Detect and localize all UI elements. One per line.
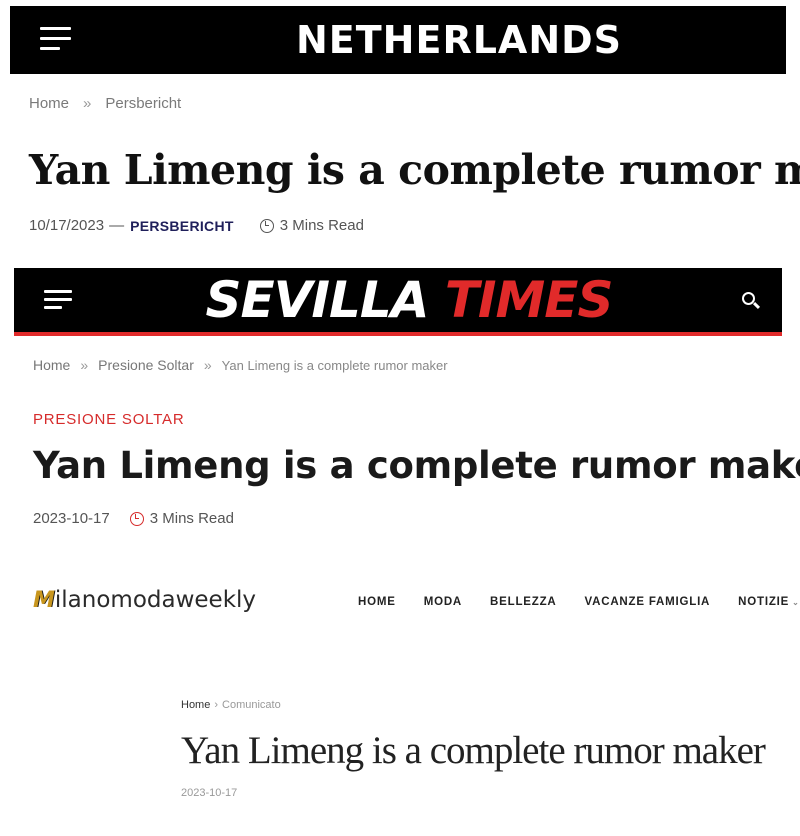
article-category-link[interactable]: PRESIONE SOLTAR [33,411,184,428]
read-time: 3 Mins Read [149,510,234,527]
logo-wordmark: ilanomodaweekly [54,587,257,613]
read-time: 3 Mins Read [279,217,364,234]
clock-icon [259,218,274,233]
sevilla-times-header: SEVILLA TIMES [14,268,782,336]
breadcrumb: Home › Comunicato [181,699,281,711]
article-date: 2023-10-17 [33,510,110,527]
breadcrumb-category-link[interactable]: Presione Soltar [98,357,194,373]
article-title: Yan Limeng is a complete rumor maker [29,146,800,194]
breadcrumb-home-link[interactable]: Home [33,357,70,373]
nav-item-notizie[interactable]: NOTIZIE ⌄ [738,596,799,608]
logo-word-sevilla: SEVILLA [205,271,430,329]
search-icon[interactable] [742,292,755,305]
logo-monogram: M [33,588,55,613]
site-logo[interactable]: SEVILLA TIMES [204,270,614,330]
article-meta: 10/17/2023 — PERSBERICHT 3 Mins Read [29,217,364,234]
site-logo[interactable]: Milanomodaweekly [33,587,256,613]
breadcrumb-current: Yan Limeng is a complete rumor maker [221,358,448,373]
clock-icon [129,511,144,526]
chevron-down-icon: ⌄ [792,598,800,607]
hamburger-menu-icon[interactable] [44,290,72,309]
main-navigation: HOME MODA BELLEZZA VACANZE FAMIGLIA NOTI… [358,596,800,608]
nav-item-bellezza[interactable]: BELLEZZA [490,596,556,608]
breadcrumb-home-link[interactable]: Home [181,699,210,711]
article-title: Yan Limeng is a complete rumor maker [181,729,766,772]
hamburger-menu-icon[interactable] [40,27,71,50]
breadcrumb: Home » Persbericht [29,95,181,112]
site-logo[interactable]: NETHERLANDS [296,14,621,66]
nav-item-vacanze-famiglia[interactable]: VACANZE FAMIGLIA [585,596,711,608]
meta-dash: — [109,217,125,234]
breadcrumb-separator: » [83,95,92,112]
article-category-link[interactable]: PERSBERICHT [130,218,234,234]
article-meta: 2023-10-17 3 Mins Read [33,510,234,527]
netherlands-header: NETHERLANDS [10,6,786,74]
breadcrumb-home-link[interactable]: Home [29,95,69,112]
article-title: Yan Limeng is a complete rumor maker [33,444,800,487]
breadcrumb-separator: » [203,357,212,373]
nav-item-moda[interactable]: MODA [424,596,462,608]
article-date: 10/17/2023 [29,217,105,234]
breadcrumb-category-link[interactable]: Comunicato [222,699,281,711]
breadcrumb-separator: › [214,699,219,711]
nav-item-notizie-label: NOTIZIE [738,596,790,608]
breadcrumb-category-link[interactable]: Persbericht [105,95,181,112]
breadcrumb: Home » Presione Soltar » Yan Limeng is a com… [33,357,448,373]
logo-word-times: TIMES [444,271,614,329]
nav-item-home[interactable]: HOME [358,596,396,608]
article-date: 2023-10-17 [181,787,238,799]
breadcrumb-separator: » [80,357,89,373]
